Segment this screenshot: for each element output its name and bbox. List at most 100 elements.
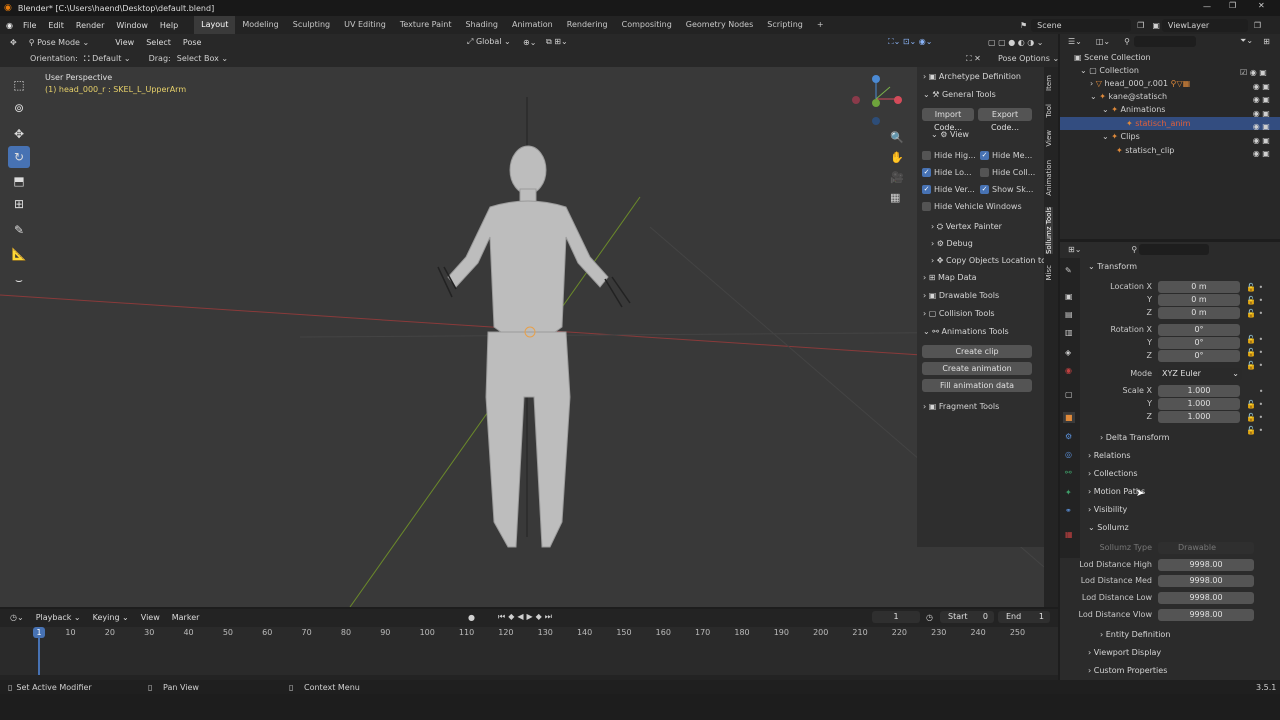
tab-sculpting[interactable]: Sculpting (286, 16, 337, 34)
preview-range-icon[interactable]: ◷ (926, 613, 933, 622)
statisch-anim-row[interactable]: ✦ statisch_anim (1126, 119, 1190, 128)
sollumz-section[interactable]: ⌄ Sollumz (1088, 523, 1129, 532)
pose-options-dropdown[interactable]: Pose Options ⌄ (998, 54, 1059, 63)
navigation-gizmo[interactable] (850, 73, 910, 133)
scale-x-field[interactable]: 1.000 (1158, 385, 1240, 397)
custom-properties-section[interactable]: › Custom Properties (1088, 666, 1167, 675)
pan-hand-icon[interactable]: ✋ (890, 151, 904, 164)
clips-row[interactable]: ⌄ ✦ Clips (1102, 132, 1140, 141)
fill-animation-data-button[interactable]: Fill animation data (922, 379, 1032, 392)
tab-layout[interactable]: Layout (194, 16, 236, 34)
menu-view[interactable]: View (109, 38, 140, 47)
export-code-button[interactable]: Export Code... (978, 108, 1032, 132)
menu-edit[interactable]: Edit (42, 21, 70, 30)
tab-shading[interactable]: Shading (458, 16, 505, 34)
vertex-painter-section[interactable]: › ⛭ Vertex Painter (931, 222, 1002, 232)
rotation-x-field[interactable]: 0° (1158, 324, 1240, 336)
head-object-row[interactable]: › ▽ head_000_r.001 ⚲▽▦ (1090, 79, 1190, 88)
gizmo-icons[interactable]: ⛶⌄ ⊡⌄ ◉⌄ (888, 37, 932, 47)
transform-tool-icon[interactable]: ⊞ (8, 193, 30, 215)
editor-type-icon[interactable]: ✥ (10, 38, 17, 47)
playback-menu[interactable]: Playback ⌄ (30, 613, 87, 622)
move-tool-icon[interactable]: ✥ (8, 123, 30, 145)
rotation-mode-dropdown[interactable]: XYZ Euler ⌄ (1158, 368, 1242, 380)
view-subsection[interactable]: ⌄ ⚙ View (931, 130, 969, 139)
kane-object-row[interactable]: ⌄ ✦ kane@statisch (1090, 92, 1167, 101)
output-props-icon[interactable]: ▤ (1065, 310, 1073, 319)
general-tools-section[interactable]: ⌄ ⚒ General Tools (923, 90, 996, 99)
lod-vlow-field[interactable]: 9998.00 (1158, 609, 1254, 621)
collections-section[interactable]: › Collections (1088, 469, 1138, 478)
scene-collection-row[interactable]: ▣ Scene Collection (1074, 53, 1151, 62)
tab-modeling[interactable]: Modeling (235, 16, 285, 34)
3d-viewport[interactable]: User Perspective (1) head_000_r : SKEL_L… (0, 67, 1044, 607)
hide-bone-icon[interactable]: ⛶ ✕ (966, 54, 981, 64)
new-collection-icon[interactable]: ⊞ (1263, 37, 1270, 46)
current-frame-field[interactable]: 1 (872, 611, 920, 623)
annotate-tool-icon[interactable]: ✎ (8, 219, 30, 241)
scale-z-field[interactable]: 1.000 (1158, 411, 1240, 423)
display-mode-icon[interactable]: ◫⌄ (1096, 37, 1110, 46)
object-props-icon[interactable]: ■ (1063, 412, 1075, 423)
viewport-display-section[interactable]: › Viewport Display (1088, 648, 1161, 657)
timeline-view-menu[interactable]: View (135, 613, 166, 622)
visibility-eye-icons[interactable]: ☑ ◉ ▣ ◉ ▣ ◉ ▣ ◉ ▣ ◉ ▣ ◉ ▣ ◉ ▣ (1240, 66, 1270, 161)
new-viewlayer-icon[interactable]: ❐ (1254, 21, 1261, 30)
hide-high-checkbox[interactable]: Hide Hig... (922, 151, 976, 160)
location-x-field[interactable]: 0 m (1158, 281, 1240, 293)
restore-button[interactable]: ❐ (1229, 1, 1236, 10)
transform-section[interactable]: ⌄ Transform (1088, 262, 1137, 271)
constraint-props-icon[interactable]: ⚯ (1065, 468, 1072, 477)
select-tool-icon[interactable]: ⬚ (8, 74, 30, 96)
tab-view[interactable]: View (1045, 130, 1053, 147)
bone-props-icon[interactable]: ⚭ (1065, 506, 1072, 515)
mode-dropdown[interactable]: ⚲ Pose Mode ⌄ (29, 38, 90, 47)
location-z-field[interactable]: 0 m (1158, 307, 1240, 319)
close-window-button[interactable]: ✕ (1258, 1, 1265, 10)
statisch-clip-row[interactable]: ✦ statisch_clip (1116, 146, 1174, 155)
archetype-definition-section[interactable]: › ▣ Archetype Definition (923, 72, 1021, 81)
tab-compositing[interactable]: Compositing (615, 16, 679, 34)
filter-icon[interactable]: ⏷⌄ (1240, 36, 1253, 46)
view-layer-props-icon[interactable]: ▥ (1065, 328, 1073, 337)
record-button[interactable]: ● (468, 613, 475, 622)
location-y-field[interactable]: 0 m (1158, 294, 1240, 306)
tab-rendering[interactable]: Rendering (560, 16, 615, 34)
copy-location-section[interactable]: › ✥ Copy Objects Location to (931, 256, 1046, 265)
hide-very-low-checkbox[interactable]: ✓ Hide Ver... (922, 185, 975, 194)
fragment-tools-section[interactable]: › ▣ Fragment Tools (923, 402, 999, 411)
menu-select[interactable]: Select (140, 38, 177, 47)
menu-window[interactable]: Window (110, 21, 154, 30)
tab-scripting[interactable]: Scripting (760, 16, 810, 34)
collection-row[interactable]: ⌄ ▢ Collection (1080, 66, 1139, 75)
playback-controls[interactable]: ⏮◆◀▶◆⏭ (498, 612, 555, 622)
camera-icon[interactable]: 🎥 (890, 171, 904, 184)
rotation-z-field[interactable]: 0° (1158, 350, 1240, 362)
show-skeleton-checkbox[interactable]: ✓ Show Sk... (980, 185, 1033, 194)
import-code-button[interactable]: Import Code... (922, 108, 974, 132)
texture-props-icon[interactable]: ▦ (1065, 530, 1073, 539)
tab-geometry-nodes[interactable]: Geometry Nodes (679, 16, 760, 34)
end-frame-field[interactable]: End 1 (998, 611, 1050, 623)
collection-props-icon[interactable]: ▢ (1065, 390, 1073, 399)
visibility-section[interactable]: › Visibility (1088, 505, 1127, 514)
start-frame-field[interactable]: Start 0 (940, 611, 994, 623)
render-props-icon[interactable]: ▣ (1065, 292, 1073, 301)
hide-vehicle-windows-checkbox[interactable]: Hide Vehicle Windows (922, 202, 1022, 211)
scene-props-icon[interactable]: ◈ (1065, 348, 1071, 357)
orientation-dropdown[interactable]: ⛚ Default ⌄ (84, 54, 131, 64)
object-data-props-icon[interactable]: ✦ (1065, 488, 1072, 497)
search-icon[interactable]: ⚲ (1124, 37, 1130, 46)
menu-render[interactable]: Render (70, 21, 110, 30)
new-scene-icon[interactable]: ❐ (1137, 21, 1144, 30)
hide-low-checkbox[interactable]: ✓ Hide Lo... (922, 168, 971, 177)
properties-search-input[interactable] (1139, 243, 1210, 255)
viewlayer-field[interactable]: ViewLayer (1161, 18, 1248, 32)
scene-field[interactable]: Scene (1031, 18, 1132, 32)
rotate-tool-icon[interactable]: ↻ (8, 146, 30, 168)
hide-med-checkbox[interactable]: ✓ Hide Me... (980, 151, 1032, 160)
menu-pose[interactable]: Pose (177, 38, 208, 47)
relations-section[interactable]: › Relations (1088, 451, 1131, 460)
tab-misc[interactable]: Misc (1045, 265, 1053, 280)
debug-section[interactable]: › ⚙ Debug (931, 239, 973, 248)
